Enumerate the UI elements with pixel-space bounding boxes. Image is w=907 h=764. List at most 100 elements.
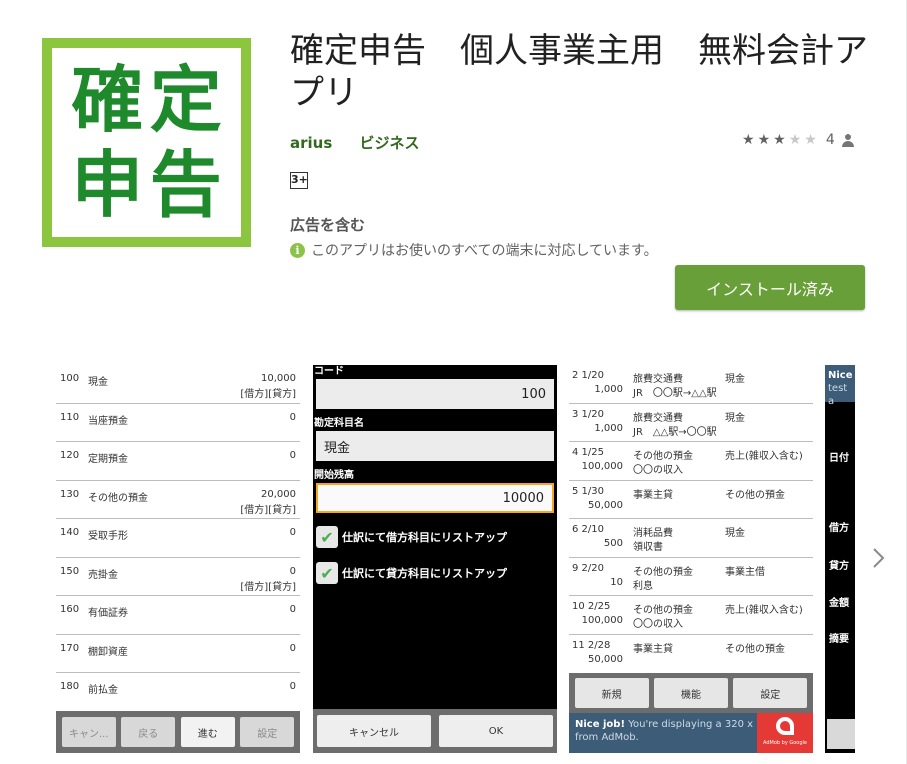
screenshot-2[interactable]: コード 100 勘定科目名 現金 開始残高 10000 ✔ 仕訳にて借方科目にリ… [313,365,557,753]
account-code: 130 [60,488,80,500]
entry-memo: 〇〇の収入 [633,465,683,476]
account-code: 150 [60,565,80,577]
list-item: 150 売掛金 0 [借方][貸方] [56,558,300,596]
app-icon-char: 告 [149,142,222,227]
chevron-right-icon[interactable] [868,545,888,571]
entry-debit: その他の預金 [633,566,693,578]
entry-number: 6 2/10 [572,524,604,535]
entry-number: 5 1/30 [572,485,604,497]
list-item: 180 前払金 0 [56,673,300,712]
table-row: 4 1/25 100,000 その他の預金 売上(雑収入含む) 〇〇の収入 [569,442,813,481]
entry-credit: 現金 [725,528,745,539]
ad-title: Nice [828,370,853,381]
entry-credit: その他の預金 [725,489,785,501]
app-icon: 確 定 申 告 [42,38,251,247]
cancel-button: キャン... [61,717,116,747]
screenshot-4[interactable]: Nice test a 日付 借方 貸方 金額 摘要 [825,365,855,753]
button-strip [827,719,855,749]
table-row: 3 1/20 1,000 旅費交通費 現金 JR △△駅→〇〇駅 [569,404,813,442]
account-name: 有価証券 [88,608,128,619]
account-name: 当座預金 [88,415,128,427]
entry-amount: 10 [610,576,623,588]
entry-number: 9 2/20 [572,562,604,574]
function-button: 機能 [653,678,728,708]
entry-debit: その他の預金 [633,451,693,462]
settings-button: 設定 [240,717,295,747]
debit-checkbox-label: 仕訳にて借方科目にリストアップ [342,531,507,544]
entry-credit: 売上(雑収入含む) [725,451,803,462]
category-link[interactable]: ビジネス [360,134,420,152]
checkmark-icon: ✔ [316,562,338,584]
screenshot-1[interactable]: 100 現金 10,000 [借方][貸方] 110 当座預金 0 120 定期… [56,365,300,753]
account-code: 110 [60,411,80,423]
entry-memo: 利息 [633,580,653,592]
compatibility-text: このアプリはお使いのすべての端末に対応しています。 [311,243,658,259]
entry-number: 3 1/20 [572,408,604,420]
install-button[interactable]: インストール済み [675,265,865,310]
table-row: 6 2/10 500 消耗品費 現金 領収書 [569,519,813,558]
forward-button: 進む [180,717,235,747]
entry-amount: 1,000 [594,384,623,395]
code-label: コード [314,366,344,377]
account-balance: 0 [289,411,296,423]
entry-credit: 事業主借 [725,566,765,578]
admob-logo-icon: AdMob by Google [757,713,813,753]
new-button: 新規 [574,678,649,708]
account-code: 140 [60,527,80,538]
list-item: 140 受取手形 0 [56,519,300,558]
entry-memo: JR 〇〇駅→△△駅 [633,388,717,399]
rating-count: 4 [825,132,835,148]
code-field: 100 [316,379,554,409]
star-icon: ★ [757,132,771,148]
entry-debit: 事業主貸 [633,489,673,501]
credit-checkbox-row: ✔ 仕訳にて貸方科目にリストアップ [313,557,557,589]
entry-number: 2 1/20 [572,370,604,381]
account-balance: 0 [289,450,296,461]
entry-amount: 100,000 [581,461,623,472]
app-icon-char: 定 [149,58,222,143]
info-icon: i [290,242,305,258]
date-label: 日付 [829,453,849,464]
screenshot-2-toolbar: キャンセル OK [313,709,557,753]
list-item: 110 当座預金 0 [56,404,300,442]
settings-button: 設定 [733,678,808,708]
entry-memo: 〇〇の収入 [633,619,683,630]
age-rating-badge: 3+ [290,172,308,189]
contains-ads-label: 広告を含む [290,216,366,234]
screenshot-3[interactable]: 2 1/20 1,000 旅費交通費 現金 JR 〇〇駅→△△駅 3 1/20 … [569,365,813,753]
entry-debit: 旅費交通費 [633,374,683,385]
memo-label: 摘要 [829,634,849,645]
account-name: その他の預金 [88,492,148,504]
account-balance: 0 [289,604,296,615]
opening-balance-field: 10000 [316,483,554,513]
account-balance: 0 [289,681,296,692]
app-meta: arius ビジネス [290,132,420,153]
account-balance: 20,000 [261,488,296,500]
entry-credit: 売上(雑収入含む) [725,605,803,616]
entry-debit: 事業主貸 [633,643,673,655]
table-row: 10 2/25 100,000 その他の預金 売上(雑収入含む) 〇〇の収入 [569,596,813,635]
account-flag: [借方][貸方] [240,504,296,516]
ad-banner: Nice test a [825,365,855,407]
person-icon [841,133,854,147]
account-name: 売掛金 [88,569,118,581]
ad-title: Nice job! [575,719,626,730]
app-icon-char: 申 [71,142,144,227]
list-item: 120 定期預金 0 [56,442,300,481]
journal-list: 2 1/20 1,000 旅費交通費 現金 JR 〇〇駅→△△駅 3 1/20 … [569,365,813,673]
developer-link[interactable]: arius [290,134,332,152]
account-code: 120 [60,450,80,461]
entry-number: 11 2/28 [572,639,611,651]
list-item: 170 棚卸資産 0 [56,635,300,673]
screenshot-3-toolbar: 新規 機能 設定 [569,673,813,713]
account-code: 160 [60,604,80,615]
list-item: 160 有価証券 0 [56,596,300,635]
amount-label: 金額 [829,598,849,609]
account-code: 170 [60,642,80,654]
account-code: 180 [60,681,80,692]
account-list: 100 現金 10,000 [借方][貸方] 110 当座預金 0 120 定期… [56,365,300,712]
cancel-button: キャンセル [317,715,431,747]
table-row: 9 2/20 10 その他の預金 事業主借 利息 [569,558,813,596]
back-button: 戻る [121,717,176,747]
account-name: 定期預金 [88,454,128,465]
